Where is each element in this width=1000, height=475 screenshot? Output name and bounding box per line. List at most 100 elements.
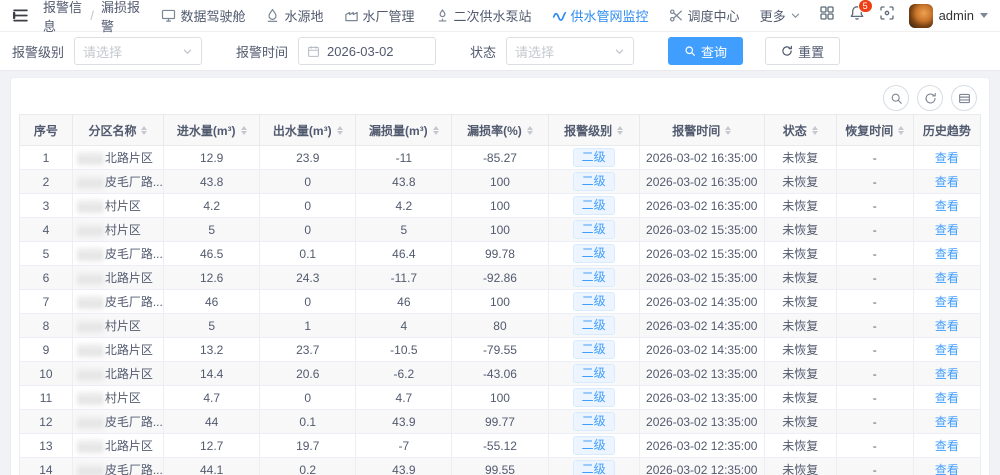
cell-level: 二级: [547, 409, 640, 434]
view-trend-link[interactable]: 查看: [935, 415, 959, 429]
dispatch-center-icon: [669, 8, 684, 23]
nav-water-plant[interactable]: 水厂管理: [344, 6, 415, 25]
alarm-date-input[interactable]: 2026-03-02: [298, 37, 437, 65]
view-trend-link[interactable]: 查看: [935, 391, 959, 405]
cell-trend: 查看: [912, 337, 982, 362]
cell-no: 4: [19, 217, 73, 242]
cell-trend: 查看: [912, 433, 982, 458]
sort-caret-icon[interactable]: [240, 125, 247, 135]
cell-status: 未恢复: [763, 337, 837, 362]
cell-no: 5: [19, 241, 73, 266]
alarm-level-select[interactable]: 请选择: [74, 37, 203, 65]
nav-data-cockpit[interactable]: 数据驾驶舱: [161, 6, 245, 25]
sidebar-collapse-icon[interactable]: [12, 7, 29, 24]
search-button[interactable]: 查询: [668, 37, 744, 65]
table-row: 4 村片区 5 0 5 100 二级 2026-03-02 15:35:00 未恢复 - 查看: [19, 217, 982, 242]
table-toolbar: [19, 82, 981, 114]
view-trend-link[interactable]: 查看: [935, 247, 959, 261]
user-caret-icon: [980, 13, 988, 18]
cell-outflow: 0: [259, 385, 357, 410]
cell-trend: 查看: [912, 361, 982, 386]
column-label: 报警时间: [672, 123, 721, 138]
notification-badge: 5: [857, 0, 873, 13]
breadcrumb-item-alarm-info[interactable]: 报警信息: [43, 0, 83, 35]
alarm-level-badge: 二级: [572, 412, 615, 431]
fullscreen-scan-icon[interactable]: [879, 5, 895, 26]
column-header[interactable]: 漏损量(m³): [355, 114, 453, 146]
sort-caret-icon[interactable]: [617, 125, 624, 135]
cell-no: 3: [19, 193, 73, 218]
table-refresh-button[interactable]: [917, 85, 943, 111]
table-column-settings-button[interactable]: [951, 85, 977, 111]
cell-inflow: 44.1: [163, 457, 261, 475]
cell-loss: 4.7: [355, 385, 453, 410]
cell-outflow: 0.2: [259, 457, 357, 475]
nav-pipe-network-monitoring[interactable]: 供水管网监控: [552, 6, 649, 25]
cell-level: 二级: [547, 385, 640, 410]
cell-status: 未恢复: [763, 241, 837, 266]
sort-caret-icon[interactable]: [141, 125, 148, 135]
cell-level: 二级: [547, 433, 640, 458]
zone-name: 村片区: [104, 198, 141, 213]
cell-no: 6: [19, 265, 73, 290]
column-header[interactable]: 漏损率(%): [451, 114, 549, 146]
column-header[interactable]: 分区名称: [71, 114, 165, 146]
table-search-button[interactable]: [883, 85, 909, 111]
sort-caret-icon[interactable]: [526, 125, 533, 135]
alarm-level-badge: 二级: [572, 148, 615, 167]
view-trend-link[interactable]: 查看: [935, 343, 959, 357]
column-header[interactable]: 状态: [763, 114, 837, 146]
refresh-icon: [924, 92, 937, 105]
column-header[interactable]: 进水量(m³): [163, 114, 261, 146]
view-trend-link[interactable]: 查看: [935, 223, 959, 237]
view-trend-link[interactable]: 查看: [935, 367, 959, 381]
column-header[interactable]: 出水量(m³): [259, 114, 357, 146]
cell-rate: 100: [451, 193, 549, 218]
view-trend-link[interactable]: 查看: [935, 319, 959, 333]
view-trend-link[interactable]: 查看: [935, 199, 959, 213]
reset-button[interactable]: 重置: [765, 37, 841, 65]
select-placeholder: 请选择: [83, 44, 123, 60]
zone-name: 北路片区: [104, 342, 153, 357]
nav-label: 调度中心: [687, 9, 740, 24]
view-trend-link[interactable]: 查看: [935, 295, 959, 309]
cell-status: 未恢复: [763, 145, 837, 170]
redacted-zone-prefix: [76, 415, 104, 431]
view-trend-link[interactable]: 查看: [935, 439, 959, 453]
view-trend-link[interactable]: 查看: [935, 151, 959, 165]
alarm-level-badge: 二级: [572, 436, 615, 455]
nav-more[interactable]: 更多: [760, 6, 801, 25]
status-select[interactable]: 请选择: [506, 37, 635, 65]
chevron-down-icon: [182, 46, 193, 57]
user-menu[interactable]: admin: [908, 3, 988, 28]
cell-trend: 查看: [912, 265, 982, 290]
cell-level: 二级: [547, 361, 640, 386]
cell-level: 二级: [547, 313, 640, 338]
sort-caret-icon[interactable]: [432, 125, 439, 135]
sort-caret-icon[interactable]: [725, 125, 732, 135]
view-trend-link[interactable]: 查看: [935, 175, 959, 189]
column-header[interactable]: 报警级别: [547, 114, 640, 146]
column-header[interactable]: 恢复时间: [835, 114, 914, 146]
alarm-level-badge: 二级: [572, 172, 615, 191]
select-placeholder: 请选择: [515, 44, 555, 60]
cell-zone: 北路片区: [71, 265, 165, 290]
table-row: 11 村片区 4.7 0 4.7 100 二级 2026-03-02 13:35:00 未恢复 -…: [19, 385, 982, 410]
nav-water-source[interactable]: 水源地: [265, 6, 324, 25]
sort-caret-icon[interactable]: [811, 125, 818, 135]
grid-apps-icon[interactable]: [819, 5, 835, 26]
redacted-zone-prefix: [76, 391, 104, 407]
bell-icon[interactable]: 5: [849, 0, 873, 26]
column-label: 序号: [33, 123, 58, 138]
view-trend-link[interactable]: 查看: [935, 271, 959, 285]
cell-rate: -43.06: [451, 361, 549, 386]
sort-caret-icon[interactable]: [898, 125, 905, 135]
nav-dispatch-center[interactable]: 调度中心: [669, 6, 740, 25]
column-header[interactable]: 报警时间: [638, 114, 765, 146]
nav-secondary-pump-station[interactable]: 二次供水泵站: [435, 6, 532, 25]
cell-loss: 4.2: [355, 193, 453, 218]
sort-caret-icon[interactable]: [336, 125, 343, 135]
cell-time: 2026-03-02 14:35:00: [638, 337, 765, 362]
cell-zone: 皮毛厂路...: [71, 169, 165, 194]
view-trend-link[interactable]: 查看: [935, 463, 959, 475]
